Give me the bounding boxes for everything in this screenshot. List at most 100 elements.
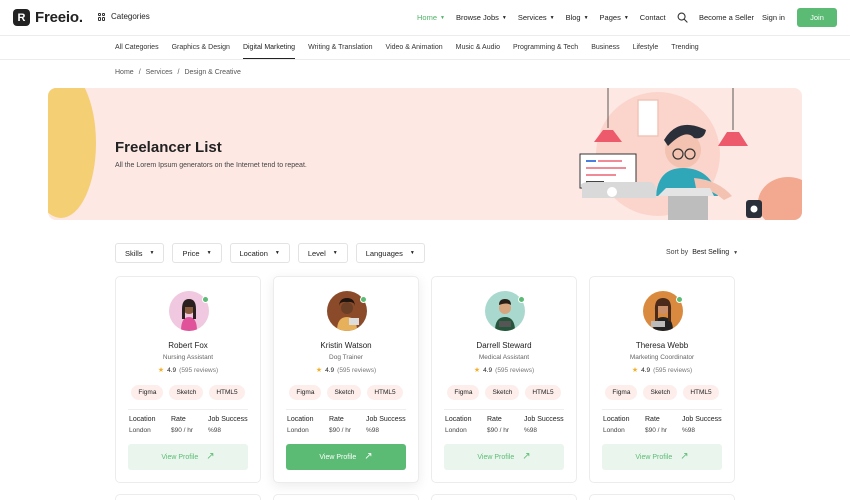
category-music-audio[interactable]: Music & Audio: [456, 44, 500, 51]
skill-tag[interactable]: HTML5: [209, 385, 245, 400]
skill-tags: Figma Sketch HTML5: [432, 385, 576, 400]
freelancer-name[interactable]: Kristin Watson: [274, 341, 418, 350]
grid-icon: [98, 12, 106, 21]
arrow-up-right-icon: ↗: [522, 451, 531, 462]
rating-reviews: (595 reviews): [179, 366, 219, 374]
breadcrumb-home[interactable]: Home: [115, 69, 134, 76]
skill-tag[interactable]: HTML5: [367, 385, 403, 400]
freelancer-card-partial: [273, 494, 419, 500]
nav-label: Home: [417, 13, 438, 22]
rating-score: 4.9: [167, 366, 177, 374]
nav-pages[interactable]: Pages ▼: [600, 13, 629, 22]
sort-dropdown[interactable]: Sort by Best Selling ▼: [666, 249, 738, 256]
view-profile-button[interactable]: View Profile ↗: [444, 444, 564, 470]
filter-label: Price: [182, 248, 200, 258]
filter-price[interactable]: Price ▼: [172, 243, 222, 263]
nav-contact[interactable]: Contact: [640, 13, 666, 22]
hero-decoration: [48, 88, 96, 218]
stat-label: Rate: [487, 416, 502, 423]
nav-home[interactable]: Home ▼: [417, 13, 445, 22]
breadcrumb: Home / Services / Design & Creative: [115, 69, 241, 76]
stat-label: Job Success: [524, 416, 564, 423]
breadcrumb-separator: /: [138, 69, 141, 76]
chevron-down-icon: ▼: [501, 14, 507, 21]
category-digital-marketing[interactable]: Digital Marketing: [242, 44, 296, 59]
filter-location[interactable]: Location ▼: [229, 243, 290, 263]
stat-value: $90 / hr: [171, 427, 194, 434]
freelancer-role: Nursing Assistant: [162, 354, 214, 361]
nav-label: Browse Jobs: [455, 13, 499, 22]
nav-label: Pages: [599, 13, 621, 22]
become-seller-link[interactable]: Become a Seller: [699, 13, 754, 22]
stat-value: London: [445, 427, 467, 434]
filter-skills[interactable]: Skills ▼: [115, 243, 165, 263]
logo[interactable]: R Freeio.: [13, 9, 83, 26]
freelancer-role: Marketing Coordinator: [629, 354, 695, 361]
join-button[interactable]: Join: [797, 8, 837, 27]
stat-label: Job Success: [208, 416, 248, 423]
category-all[interactable]: All Categories: [115, 44, 159, 51]
chevron-down-icon: ▼: [206, 250, 212, 256]
freelancer-name[interactable]: Darrell Steward: [432, 341, 576, 350]
skill-tag[interactable]: Sketch: [485, 385, 520, 400]
skill-tag[interactable]: Sketch: [643, 385, 678, 400]
star-icon: ★: [631, 367, 639, 374]
search-icon[interactable]: [677, 12, 688, 23]
freelancer-card[interactable]: Theresa Webb Marketing Coordinator ★ 4.9…: [589, 276, 735, 483]
category-lifestyle[interactable]: Lifestyle: [633, 44, 659, 51]
star-icon: ★: [315, 367, 323, 374]
categories-button[interactable]: Categories: [98, 12, 150, 21]
filter-bar: Skills ▼ Price ▼ Location ▼ Level ▼ Language…: [115, 243, 425, 263]
freelancer-name[interactable]: Theresa Webb: [590, 341, 734, 350]
category-writing-translation[interactable]: Writing & Translation: [308, 44, 372, 51]
stat-value: %98: [682, 427, 696, 434]
arrow-up-right-icon: ↗: [206, 451, 215, 462]
view-profile-button[interactable]: View Profile ↗: [286, 444, 406, 470]
view-profile-button[interactable]: View Profile ↗: [128, 444, 248, 470]
skill-tag[interactable]: HTML5: [525, 385, 561, 400]
rating: ★ 4.9 (595 reviews): [116, 366, 260, 375]
freelancer-card[interactable]: Darrell Steward Medical Assistant ★ 4.9 …: [431, 276, 577, 483]
category-video-animation[interactable]: Video & Animation: [386, 44, 443, 51]
rating-score: 4.9: [483, 366, 493, 374]
nav-services[interactable]: Services ▼: [518, 13, 555, 22]
skill-tag[interactable]: Sketch: [169, 385, 204, 400]
nav-blog[interactable]: Blog ▼: [566, 13, 589, 22]
stat-value: $90 / hr: [487, 427, 510, 434]
chevron-down-icon: ▼: [274, 250, 280, 256]
stat-rate: Rate $90 / hr: [487, 416, 509, 434]
freelancer-card[interactable]: Kristin Watson Dog Trainer ★ 4.9 (595 re…: [273, 276, 419, 483]
filter-label: Languages: [365, 248, 403, 258]
filter-level[interactable]: Level ▼: [297, 243, 348, 263]
stat-label: Job Success: [682, 416, 722, 423]
skill-tag[interactable]: Figma: [131, 385, 164, 400]
freelancer-card[interactable]: Robert Fox Nursing Assistant ★ 4.9 (595 …: [115, 276, 261, 483]
skill-tag[interactable]: Figma: [289, 385, 322, 400]
filter-languages[interactable]: Languages ▼: [355, 243, 425, 263]
breadcrumb-services[interactable]: Services: [146, 69, 173, 76]
freelancer-name[interactable]: Robert Fox: [116, 341, 260, 350]
nav-browse-jobs[interactable]: Browse Jobs ▼: [456, 13, 507, 22]
stat-location: Location London: [287, 416, 313, 434]
skill-tags: Figma Sketch HTML5: [274, 385, 418, 400]
freelancer-card-partial: [431, 494, 577, 500]
skill-tag[interactable]: Figma: [605, 385, 638, 400]
stat-rate: Rate $90 / hr: [329, 416, 351, 434]
category-business[interactable]: Business: [591, 44, 619, 51]
stat-label: Rate: [171, 416, 186, 423]
category-graphics-design[interactable]: Graphics & Design: [172, 44, 230, 51]
sort-value: Best Selling: [692, 249, 730, 256]
skill-tag[interactable]: Figma: [447, 385, 480, 400]
sign-in-link[interactable]: Sign in: [762, 13, 785, 22]
stat-location: Location London: [603, 416, 629, 434]
online-dot-icon: [518, 296, 525, 303]
skill-tag[interactable]: HTML5: [683, 385, 719, 400]
view-profile-button[interactable]: View Profile ↗: [602, 444, 722, 470]
skill-tag[interactable]: Sketch: [327, 385, 362, 400]
filter-label: Location: [239, 248, 268, 258]
category-trending[interactable]: Trending: [671, 44, 698, 51]
category-programming-tech[interactable]: Programming & Tech: [513, 44, 578, 51]
stat-value: $90 / hr: [329, 427, 352, 434]
divider: [444, 409, 564, 410]
button-label: View Profile: [635, 453, 673, 461]
